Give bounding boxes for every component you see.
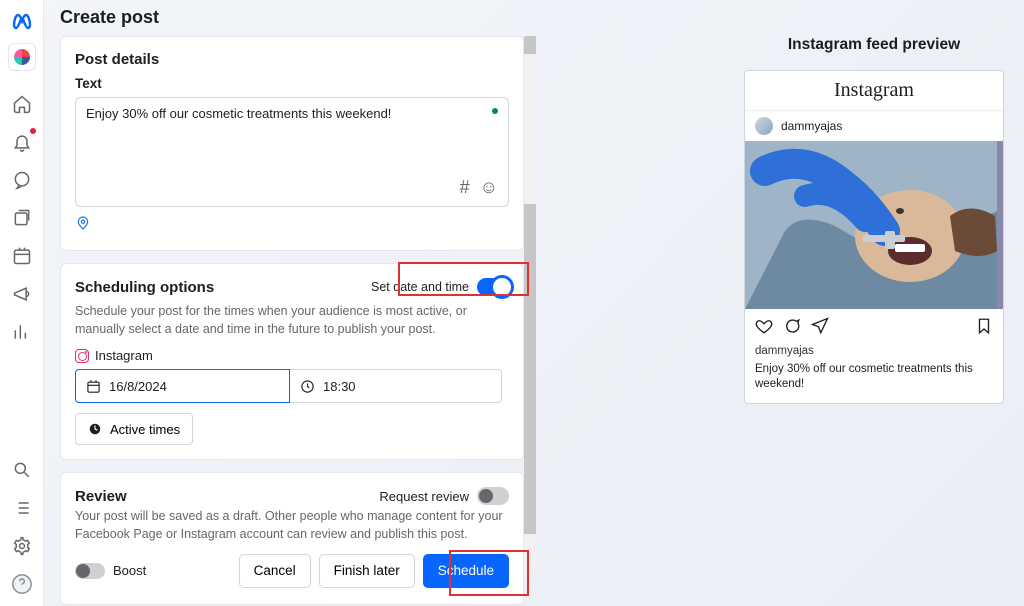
page-title: Create post [60, 4, 524, 36]
ads-icon[interactable] [10, 282, 34, 306]
search-icon[interactable] [10, 458, 34, 482]
cancel-button[interactable]: Cancel [239, 554, 311, 588]
preview-panel: Instagram feed preview Instagram dammyaj… [744, 0, 1004, 606]
date-value: 16/8/2024 [109, 379, 167, 394]
instagram-brand: Instagram [745, 71, 1003, 110]
preview-image [745, 141, 1003, 309]
post-text-input[interactable]: Enjoy 30% off our cosmetic treatments th… [75, 97, 509, 207]
location-icon[interactable] [75, 215, 91, 231]
like-icon[interactable] [755, 317, 773, 340]
preview-heading: Instagram feed preview [744, 36, 1004, 54]
calendar-mini-icon [86, 379, 101, 394]
calendar-icon[interactable] [10, 244, 34, 268]
notification-dot [30, 128, 36, 134]
account-avatar[interactable] [8, 43, 36, 71]
status-dot [492, 108, 498, 114]
list-icon[interactable] [10, 496, 34, 520]
notifications-icon[interactable] [10, 130, 34, 154]
schedule-time-input[interactable]: 18:30 [290, 369, 502, 403]
instagram-icon [75, 349, 89, 363]
clock-fill-icon [88, 422, 102, 436]
caption-text: Enjoy 30% off our cosmetic treatments th… [755, 363, 973, 391]
insights-icon[interactable] [10, 320, 34, 344]
finish-later-button[interactable]: Finish later [319, 554, 415, 588]
review-desc: Your post will be saved as a draft. Othe… [75, 507, 509, 543]
active-times-label: Active times [110, 422, 180, 437]
preview-username: dammyajas [781, 119, 842, 133]
comment-icon[interactable] [783, 317, 801, 340]
clock-mini-icon [300, 379, 315, 394]
post-details-card: Post details Text Enjoy 30% off our cosm… [60, 36, 524, 251]
scroll-area: Post details Text Enjoy 30% off our cosm… [60, 36, 524, 592]
left-sidebar [0, 0, 44, 606]
home-icon[interactable] [10, 92, 34, 116]
scheduling-desc: Schedule your post for the times when yo… [75, 302, 509, 338]
post-details-heading: Post details [75, 51, 509, 68]
boost-toggle[interactable] [75, 563, 105, 579]
help-icon[interactable] [10, 572, 34, 596]
platform-label: Instagram [95, 348, 153, 363]
scheduling-card: Scheduling options Set date and time Sch… [60, 263, 524, 460]
scheduling-heading: Scheduling options [75, 279, 214, 296]
preview-card: Instagram dammyajas [744, 70, 1004, 404]
bookmark-icon[interactable] [975, 317, 993, 340]
active-times-button[interactable]: Active times [75, 413, 193, 445]
caption-username: dammyajas [755, 344, 993, 360]
scrollbar-track[interactable] [524, 36, 536, 570]
preview-avatar [755, 117, 773, 135]
settings-icon[interactable] [10, 534, 34, 558]
schedule-button[interactable]: Schedule [423, 554, 509, 588]
hashtag-icon[interactable]: # [460, 177, 470, 198]
scrollbar-thumb[interactable] [524, 36, 536, 54]
request-review-toggle[interactable] [477, 487, 509, 505]
set-date-toggle[interactable] [477, 278, 509, 296]
text-label: Text [75, 76, 509, 91]
schedule-date-input[interactable]: 16/8/2024 [75, 369, 290, 403]
emoji-icon[interactable]: ☺ [480, 177, 498, 198]
request-review-label: Request review [379, 489, 469, 504]
set-date-label: Set date and time [371, 280, 469, 294]
content-icon[interactable] [10, 206, 34, 230]
boost-label: Boost [113, 563, 146, 578]
time-value: 18:30 [323, 379, 356, 394]
review-heading: Review [75, 488, 127, 505]
messages-icon[interactable] [10, 168, 34, 192]
scrollbar-thumb-main[interactable] [524, 204, 536, 534]
review-card: Review Request review Your post will be … [60, 472, 524, 604]
post-text-value: Enjoy 30% off our cosmetic treatments th… [86, 106, 391, 121]
share-icon[interactable] [811, 317, 829, 340]
meta-logo [10, 8, 34, 37]
